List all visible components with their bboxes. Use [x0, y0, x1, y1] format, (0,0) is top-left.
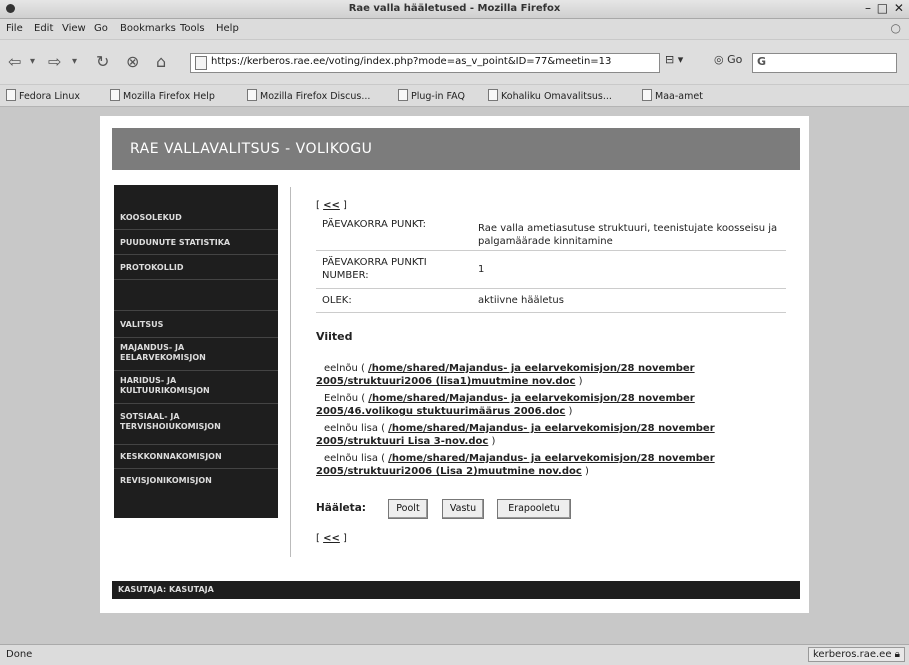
sidebar-item-koosolekud[interactable]: KOOSOLEKUD	[114, 205, 278, 230]
sidebar-item-majandus-eelarvekomisjon[interactable]: MAJANDUS- JA EELARVEKOMISJON	[114, 338, 278, 371]
status-bar: Done kerberos.rae.ee 🔒︎	[0, 644, 909, 665]
content-divider	[290, 187, 291, 557]
window-titlebar: Rae valla hääletused - Mozilla Firefox –…	[0, 0, 909, 19]
page-header-title: RAE VALLAVALITSUS - VOLIKOGU	[130, 141, 373, 157]
reference-item: eelnõu lisa ( /home/shared/Majandus- ja …	[316, 423, 715, 447]
bookmark-icon	[6, 89, 16, 101]
sidebar-item-puudunute-statistika[interactable]: PUUDUNUTE STATISTIKA	[114, 230, 278, 255]
sidebar-item-valitsus[interactable]: VALITSUS	[114, 311, 278, 338]
menu-view[interactable]: View	[62, 23, 86, 34]
sidebar-item-keskkonnakomisjon[interactable]: KESKKONNAKOMISJON	[114, 445, 278, 469]
address-dropdown-icon[interactable]: ⊟ ▾	[665, 53, 709, 71]
status-text: Done	[6, 649, 33, 660]
number-label: PÄEVAKORRA PUNKTI NUMBER:	[322, 257, 427, 281]
bookmark-item[interactable]: Kohaliku Omavalitsus...	[488, 89, 612, 102]
menu-bookmarks[interactable]: Bookmarks	[120, 23, 176, 34]
reload-icon[interactable]: ↻	[96, 52, 109, 71]
bookmark-icon	[110, 89, 120, 101]
number-value: 1	[478, 264, 485, 275]
bookmark-icon	[398, 89, 408, 101]
forward-icon[interactable]: ⇨	[48, 52, 61, 71]
reference-item: eelnõu ( /home/shared/Majandus- ja eelar…	[316, 363, 695, 387]
divider	[316, 288, 786, 289]
stop-icon[interactable]: ⊗	[126, 52, 139, 71]
back-link-label[interactable]: <<	[323, 533, 340, 544]
menu-edit[interactable]: Edit	[34, 23, 53, 34]
bookmark-item[interactable]: Mozilla Firefox Help	[110, 89, 215, 102]
olek-value: aktiivne hääletus	[478, 295, 564, 306]
throbber-icon: ○	[890, 21, 901, 35]
address-url[interactable]: https://kerberos.rae.ee/voting/index.php…	[211, 56, 611, 67]
footer-user: KASUTAJA: KASUTAJA	[118, 585, 214, 594]
sidebar-item-protokollid[interactable]: PROTOKOLLID	[114, 255, 278, 280]
sidebar-nav: KOOSOLEKUD PUUDUNUTE STATISTIKA PROTOKOL…	[114, 185, 278, 518]
bookmark-item[interactable]: Plug-in FAQ	[398, 89, 465, 102]
reference-link[interactable]: /home/shared/Majandus- ja eelarvekomisjo…	[316, 393, 695, 417]
status-host-label: kerberos.rae.ee	[813, 649, 892, 660]
vote-erapooletu-button[interactable]: Erapooletu	[497, 499, 571, 519]
home-icon[interactable]: ⌂	[156, 52, 166, 71]
punkt-label: PÄEVAKORRA PUNKT:	[322, 219, 426, 230]
viited-heading: Viited	[316, 330, 353, 343]
page-favicon-icon	[195, 56, 207, 70]
bookmark-item[interactable]: Mozilla Firefox Discus...	[247, 89, 370, 102]
sidebar-item-revisjonikomisjon[interactable]: REVISJONIKOMISJON	[114, 469, 278, 492]
menu-file[interactable]: File	[6, 23, 23, 34]
menu-go[interactable]: Go	[94, 23, 108, 34]
back-icon[interactable]: ⇦	[8, 52, 21, 71]
bookmark-item[interactable]: Fedora Linux	[6, 89, 80, 102]
forward-dropdown-icon[interactable]: ▾	[72, 56, 77, 67]
window-controls[interactable]: – □ ✕	[865, 1, 905, 15]
bookmark-icon	[642, 89, 652, 101]
menu-tools[interactable]: Tools	[180, 23, 205, 34]
olek-label: OLEK:	[322, 295, 352, 306]
vote-poolt-button[interactable]: Poolt	[388, 499, 428, 519]
bookmarks-toolbar: Fedora Linux Mozilla Firefox Help Mozill…	[0, 85, 909, 107]
search-input[interactable]: G	[752, 53, 897, 73]
back-link-top[interactable]: [ << ]	[316, 200, 347, 211]
vote-label: Hääleta:	[316, 502, 366, 514]
menu-help[interactable]: Help	[216, 23, 239, 34]
back-link-bottom[interactable]: [ << ]	[316, 533, 347, 544]
divider	[316, 312, 786, 313]
reference-item: Eelnõu ( /home/shared/Majandus- ja eelar…	[316, 393, 695, 417]
go-label: Go	[727, 53, 743, 66]
lock-icon: 🔒︎	[894, 649, 900, 660]
menu-bar: File Edit View Go Bookmarks Tools Help ○	[0, 19, 909, 39]
sidebar-item-haridus-kultuurikomisjon[interactable]: HARIDUS- JA KULTUURIKOMISJON	[114, 371, 278, 404]
divider	[316, 250, 786, 251]
reference-link[interactable]: /home/shared/Majandus- ja eelarvekomisjo…	[316, 363, 695, 387]
google-icon: G	[757, 55, 767, 68]
go-button[interactable]: ◎ Go	[714, 53, 742, 66]
bookmark-icon	[488, 89, 498, 101]
back-dropdown-icon[interactable]: ▾	[30, 56, 35, 67]
back-link-label[interactable]: <<	[323, 200, 340, 211]
sidebar-spacer	[114, 280, 278, 311]
vote-vastu-button[interactable]: Vastu	[442, 499, 484, 519]
page-header: RAE VALLAVALITSUS - VOLIKOGU	[112, 128, 800, 170]
window-title: Rae valla hääletused - Mozilla Firefox	[348, 3, 561, 14]
page-footer: KASUTAJA: KASUTAJA	[112, 581, 800, 599]
bookmark-icon	[247, 89, 257, 101]
sidebar-item-sotsiaal-tervishoiukomisjon[interactable]: SOTSIAAL- JA TERVISHOIUKOMISJON	[114, 404, 278, 445]
reference-item: eelnõu lisa ( /home/shared/Majandus- ja …	[316, 453, 715, 477]
punkt-value: Rae valla ametiasutuse struktuuri, teeni…	[478, 223, 778, 247]
bookmark-item[interactable]: Maa-amet	[642, 89, 703, 102]
status-host: kerberos.rae.ee 🔒︎	[808, 647, 905, 662]
address-bar[interactable]: https://kerberos.rae.ee/voting/index.php…	[190, 53, 660, 73]
